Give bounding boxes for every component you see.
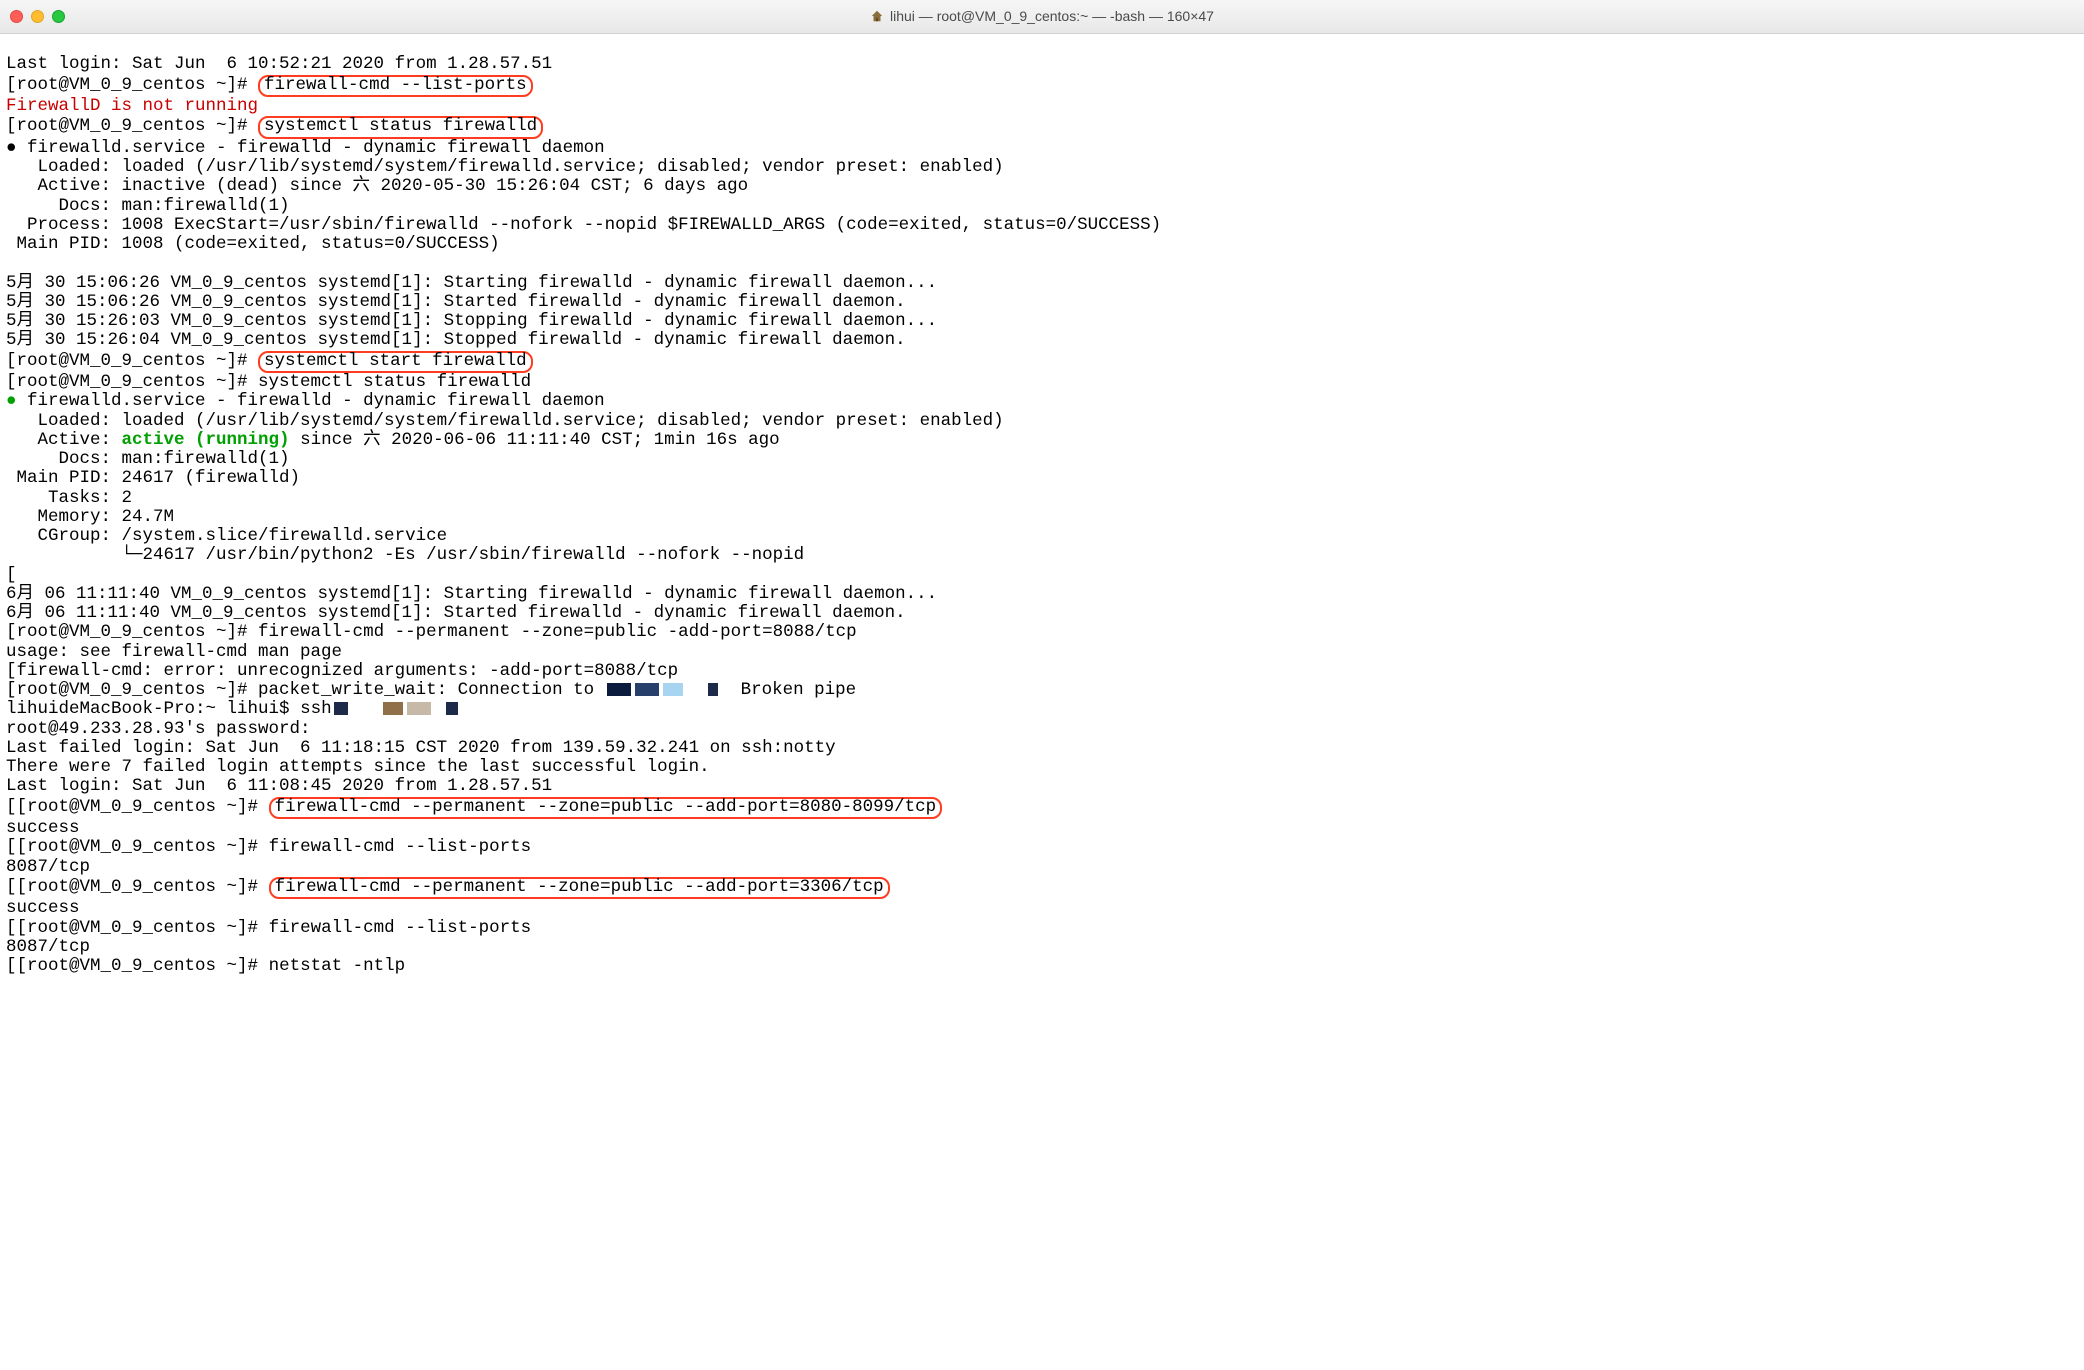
traffic-lights <box>10 10 65 23</box>
prompt: [root@VM_0_9_centos ~]# <box>6 75 258 95</box>
prompt: [root@VM_0_9_centos ~]# <box>17 877 269 897</box>
line: Docs: man:firewalld(1) <box>6 449 290 469</box>
highlighted-command: systemctl start firewalld <box>258 351 533 374</box>
command: netstat -ntlp <box>269 956 406 976</box>
line: [ <box>6 797 17 817</box>
redacted-block <box>708 683 718 696</box>
line: There were 7 failed login attempts since… <box>6 757 710 777</box>
close-button[interactable] <box>10 10 23 23</box>
zoom-button[interactable] <box>52 10 65 23</box>
command: firewall-cmd --list-ports <box>269 918 532 938</box>
redacted-block <box>607 683 631 696</box>
log-line: 6月 06 11:11:40 VM_0_9_centos systemd[1]:… <box>6 584 937 604</box>
prompt: [root@VM_0_9_centos ~]# <box>6 351 258 371</box>
line: Process: 1008 ExecStart=/usr/sbin/firewa… <box>6 215 1161 235</box>
highlighted-command: firewall-cmd --permanent --zone=public -… <box>269 797 943 820</box>
minimize-button[interactable] <box>31 10 44 23</box>
prompt: [root@VM_0_9_centos ~]# <box>6 116 258 136</box>
line: firewalld.service - firewalld - dynamic … <box>17 138 605 158</box>
line: success <box>6 898 80 918</box>
line: Main PID: 1008 (code=exited, status=0/SU… <box>6 234 500 254</box>
log-line: 5月 30 15:26:04 VM_0_9_centos systemd[1]:… <box>6 330 906 350</box>
line: [ <box>6 837 17 857</box>
line: Last login: Sat Jun 6 10:52:21 2020 from… <box>6 54 552 74</box>
line: [ <box>6 661 17 681</box>
highlighted-command: firewall-cmd --list-ports <box>258 75 533 98</box>
line: CGroup: /system.slice/firewalld.service <box>6 526 447 546</box>
highlighted-command: firewall-cmd --permanent --zone=public -… <box>269 877 890 900</box>
local-prompt: lihuideMacBook-Pro:~ lihui$ <box>6 699 300 719</box>
line: [ <box>6 565 17 585</box>
line: Loaded: loaded (/usr/lib/systemd/system/… <box>6 411 1004 431</box>
line: Main PID: 24617 (firewalld) <box>6 468 300 488</box>
line: Tasks: 2 <box>6 488 132 508</box>
status-dot-icon <box>6 138 17 158</box>
log-line: 5月 30 15:26:03 VM_0_9_centos systemd[1]:… <box>6 311 937 331</box>
log-line: 5月 30 15:06:26 VM_0_9_centos systemd[1]:… <box>6 292 906 312</box>
redacted-block <box>446 702 458 715</box>
prompt: [root@VM_0_9_centos ~]# <box>6 372 258 392</box>
command: systemctl status firewalld <box>258 372 531 392</box>
log-line: 6月 06 11:11:40 VM_0_9_centos systemd[1]:… <box>6 603 906 623</box>
line: success <box>6 818 80 838</box>
line: Loaded: loaded (/usr/lib/systemd/system/… <box>6 157 1004 177</box>
redacted-block <box>334 702 348 715</box>
line: Memory: 24.7M <box>6 507 174 527</box>
line: [ <box>6 877 17 897</box>
line: Active: <box>6 430 122 450</box>
redacted-block <box>635 683 659 696</box>
highlighted-command: systemctl status firewalld <box>258 116 543 139</box>
line: root@49.233.28.93's password: <box>6 719 321 739</box>
line: [ <box>6 956 17 976</box>
command: firewall-cmd --list-ports <box>269 837 532 857</box>
line: firewall-cmd: error: unrecognized argume… <box>17 661 679 681</box>
home-icon <box>870 9 884 23</box>
line: └─24617 /usr/bin/python2 -Es /usr/sbin/f… <box>6 545 804 565</box>
line: Docs: man:firewalld(1) <box>6 196 290 216</box>
prompt: [root@VM_0_9_centos ~]# <box>17 918 269 938</box>
active-running: active (running) <box>122 430 290 450</box>
line: 8087/tcp <box>6 937 90 957</box>
prompt: [root@VM_0_9_centos ~]# <box>6 680 258 700</box>
line: Broken pipe <box>730 680 856 700</box>
log-line: 5月 30 15:06:26 VM_0_9_centos systemd[1]:… <box>6 273 937 293</box>
prompt: [root@VM_0_9_centos ~]# <box>17 797 269 817</box>
prompt: [root@VM_0_9_centos ~]# <box>17 837 269 857</box>
prompt: [root@VM_0_9_centos ~]# <box>17 956 269 976</box>
redacted-block <box>407 702 431 715</box>
window-title: lihui — root@VM_0_9_centos:~ — -bash — 1… <box>870 9 1214 24</box>
window-title-text: lihui — root@VM_0_9_centos:~ — -bash — 1… <box>890 9 1214 24</box>
terminal-content[interactable]: Last login: Sat Jun 6 10:52:21 2020 from… <box>0 34 2084 978</box>
line: usage: see firewall-cmd man page <box>6 642 342 662</box>
line: Last login: Sat Jun 6 11:08:45 2020 from… <box>6 776 552 796</box>
line: Active: inactive (dead) since 六 2020-05-… <box>6 176 748 196</box>
redacted-block <box>663 683 683 696</box>
line: since 六 2020-06-06 11:11:40 CST; 1min 16… <box>290 430 780 450</box>
line: firewalld.service - firewalld - dynamic … <box>17 391 605 411</box>
line: [ <box>6 918 17 938</box>
line: 8087/tcp <box>6 857 90 877</box>
command: firewall-cmd --permanent --zone=public -… <box>258 622 857 642</box>
prompt: [root@VM_0_9_centos ~]# <box>6 622 258 642</box>
error-line: FirewallD is not running <box>6 96 258 116</box>
status-dot-icon <box>6 391 17 411</box>
window-titlebar: lihui — root@VM_0_9_centos:~ — -bash — 1… <box>0 0 2084 34</box>
line: Last failed login: Sat Jun 6 11:18:15 CS… <box>6 738 836 758</box>
command: ssh <box>300 699 332 719</box>
line: packet_write_wait: Connection to <box>258 680 605 700</box>
redacted-block <box>383 702 403 715</box>
